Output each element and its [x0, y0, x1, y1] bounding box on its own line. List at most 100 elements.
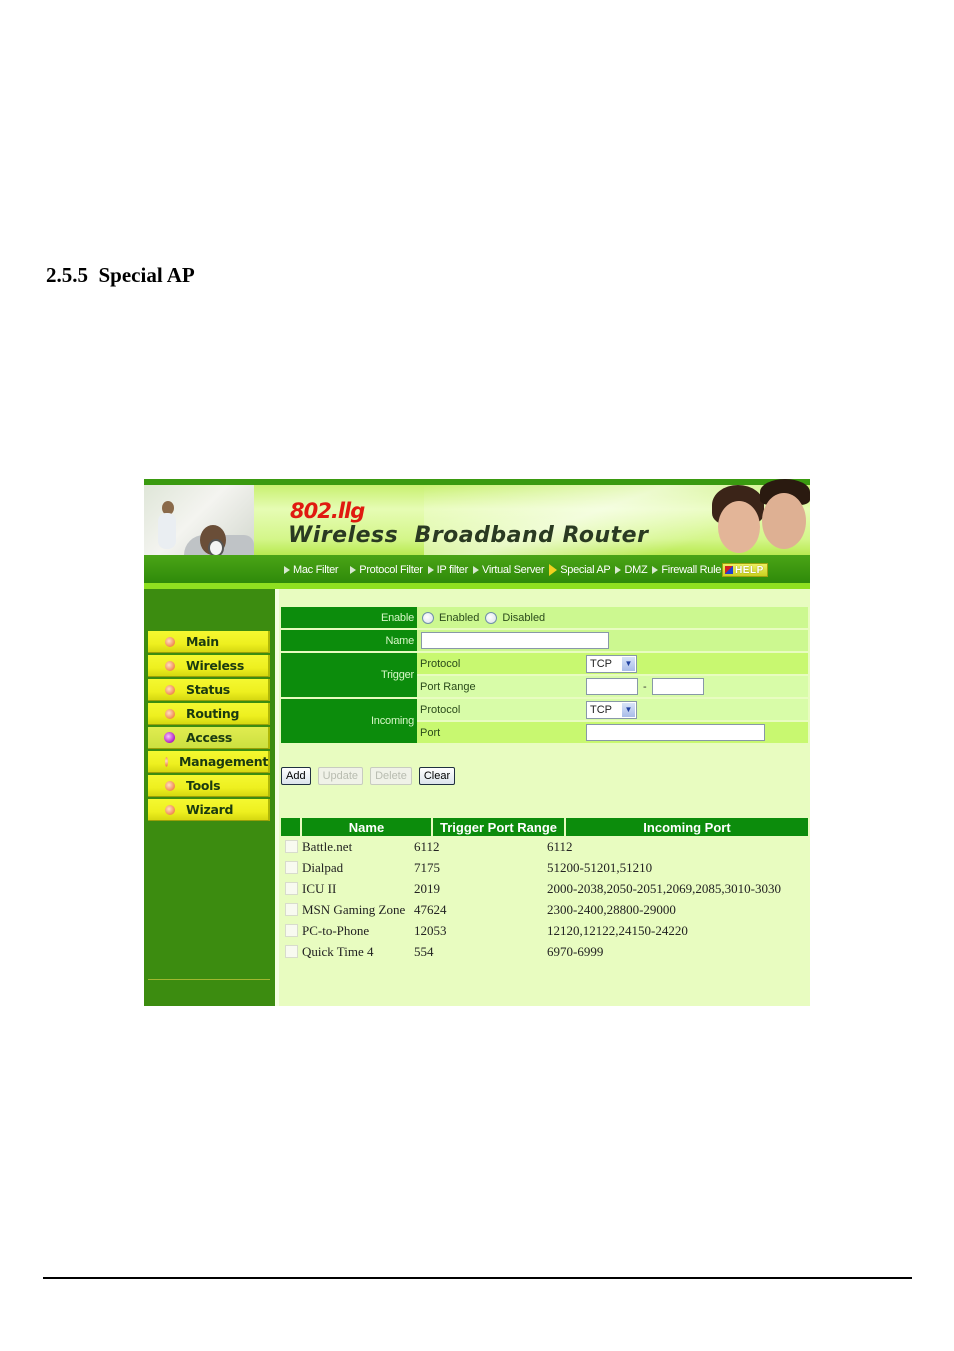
- row-trigger: 47624: [414, 901, 447, 917]
- row-name: Dialpad: [302, 859, 344, 875]
- table-row: Quick Time 4 554 6970-6999: [281, 941, 808, 962]
- bullet-icon: [165, 636, 175, 647]
- sidebar-item-routing[interactable]: Routing: [148, 703, 270, 725]
- header-incoming-port: Incoming Port: [566, 818, 808, 836]
- bullet-icon: [165, 756, 168, 767]
- sidebar-item-main[interactable]: Main: [148, 631, 270, 653]
- table-row: MSN Gaming Zone 47624 2300-2400,28800-29…: [281, 899, 808, 920]
- nav-firewall-rule[interactable]: Firewall Rule: [652, 564, 721, 576]
- arrow-right-icon: [350, 566, 357, 574]
- bullet-active-icon: [164, 732, 175, 743]
- delete-button[interactable]: Delete: [370, 767, 412, 785]
- footer-rule: [43, 1277, 912, 1279]
- trigger-label: Trigger: [281, 653, 417, 697]
- incoming-protocol-label: Protocol: [417, 699, 586, 720]
- arrow-right-icon: [427, 566, 434, 574]
- row-name: PC-to-Phone: [302, 922, 370, 938]
- sidebar-item-status[interactable]: Status: [148, 679, 270, 701]
- sidebar-item-management[interactable]: Management: [148, 751, 270, 773]
- arrow-right-icon: [472, 566, 479, 574]
- enable-row: Enable Enabled Disabled: [281, 607, 808, 628]
- row-incoming: 51200-51201,51210: [547, 859, 653, 875]
- enabled-radio-label: Enabled: [439, 611, 480, 624]
- top-nav: Mac Filter Protocol Filter IP filter Vir…: [284, 562, 768, 578]
- nav-dmz[interactable]: DMZ: [615, 564, 648, 576]
- trigger-port-end-input[interactable]: [651, 678, 704, 695]
- trigger-protocol-label: Protocol: [417, 653, 586, 674]
- trigger-protocol-select[interactable]: TCP ▼: [586, 654, 637, 673]
- add-button[interactable]: Add: [281, 767, 311, 785]
- nav-special-ap[interactable]: Special AP: [549, 564, 611, 576]
- table-row: Dialpad 7175 51200-51201,51210: [281, 857, 808, 878]
- row-name: Quick Time 4: [302, 943, 374, 959]
- special-ap-table: Name Trigger Port Range Incoming Port Ba…: [281, 818, 808, 962]
- nav-mac-filter[interactable]: Mac Filter: [284, 564, 339, 576]
- banner: 802.llg Wireless Broadband Router Mac Fi…: [144, 479, 810, 589]
- disabled-radio-label: Disabled: [502, 611, 546, 624]
- port-range-separator: -: [643, 680, 647, 693]
- sidebar-item-tools[interactable]: Tools: [148, 775, 270, 797]
- help-button[interactable]: HELP: [722, 563, 768, 577]
- row-checkbox[interactable]: [285, 945, 298, 958]
- brand-model: 802.llg: [290, 499, 365, 523]
- nav-protocol-filter[interactable]: Protocol Filter: [350, 564, 423, 576]
- table-row: Battle.net 6112 6112: [281, 836, 808, 857]
- sidebar-item-wireless[interactable]: Wireless: [148, 655, 270, 677]
- name-row: Name: [281, 630, 808, 651]
- update-button[interactable]: Update: [317, 767, 364, 785]
- clear-button[interactable]: Clear: [418, 767, 456, 785]
- row-name: ICU II: [302, 880, 337, 896]
- row-checkbox[interactable]: [285, 903, 298, 916]
- table-header: Name Trigger Port Range Incoming Port: [281, 818, 808, 836]
- enabled-radio[interactable]: [422, 611, 434, 624]
- row-incoming: 2300-2400,28800-29000: [547, 901, 676, 917]
- row-checkbox[interactable]: [285, 924, 298, 937]
- bullet-icon: [165, 684, 175, 695]
- router-screenshot: 802.llg Wireless Broadband Router Mac Fi…: [144, 479, 810, 1006]
- name-input[interactable]: [421, 632, 609, 649]
- row-trigger: 554: [414, 943, 434, 959]
- nav-virtual-server[interactable]: Virtual Server: [472, 564, 545, 576]
- sidebar-item-wizard[interactable]: Wizard: [148, 799, 270, 821]
- incoming-label: Incoming: [281, 699, 417, 743]
- nav-ip-filter[interactable]: IP filter: [427, 564, 468, 576]
- row-name: MSN Gaming Zone: [302, 901, 406, 917]
- disabled-radio[interactable]: [485, 611, 498, 624]
- enable-label: Enable: [281, 607, 417, 628]
- row-checkbox[interactable]: [285, 861, 298, 874]
- bullet-icon: [165, 708, 175, 719]
- table-row: ICU II 2019 2000-2038,2050-2051,2069,208…: [281, 878, 808, 899]
- sidebar-item-access[interactable]: Access: [148, 727, 270, 749]
- bullet-icon: [165, 804, 175, 815]
- incoming-group: Incoming Protocol TCP ▼ Port: [281, 699, 808, 743]
- help-icon: [725, 566, 734, 574]
- row-incoming: 2000-2038,2050-2051,2069,2085,3010-3030: [547, 880, 781, 896]
- chevron-down-icon: ▼: [622, 702, 635, 717]
- special-ap-form: Enable Enabled Disabled Name Trigger Pro…: [281, 607, 808, 745]
- incoming-protocol-select[interactable]: TCP ▼: [586, 700, 637, 719]
- row-trigger: 6112: [414, 838, 440, 854]
- trigger-group: Trigger Protocol TCP ▼ Port Range -: [281, 653, 808, 697]
- table-row: PC-to-Phone 12053 12120,12122,24150-2422…: [281, 920, 808, 941]
- name-label: Name: [281, 630, 417, 651]
- row-checkbox[interactable]: [285, 840, 298, 853]
- banner-photo-right: [700, 479, 810, 555]
- row-trigger: 12053: [414, 922, 447, 938]
- bullet-icon: [165, 780, 175, 791]
- row-trigger: 2019: [414, 880, 440, 896]
- sidebar: Main Wireless Status Routing Access Mana…: [144, 589, 275, 1006]
- row-incoming: 6970-6999: [547, 943, 604, 959]
- trigger-port-start-input[interactable]: [586, 678, 638, 695]
- row-checkbox[interactable]: [285, 882, 298, 895]
- section-heading: 2.5.5 Special AP: [46, 263, 195, 287]
- brand-title: Wireless Broadband Router: [288, 523, 649, 548]
- incoming-port-label: Port: [417, 722, 586, 743]
- incoming-port-input[interactable]: [586, 724, 765, 741]
- arrow-right-icon: [615, 566, 622, 574]
- row-incoming: 6112: [547, 838, 573, 854]
- arrow-right-icon: [284, 566, 290, 574]
- row-name: Battle.net: [302, 838, 353, 854]
- arrow-right-icon: [652, 566, 659, 574]
- sidebar-menu: Main Wireless Status Routing Access Mana…: [148, 631, 270, 823]
- bullet-icon: [165, 660, 175, 671]
